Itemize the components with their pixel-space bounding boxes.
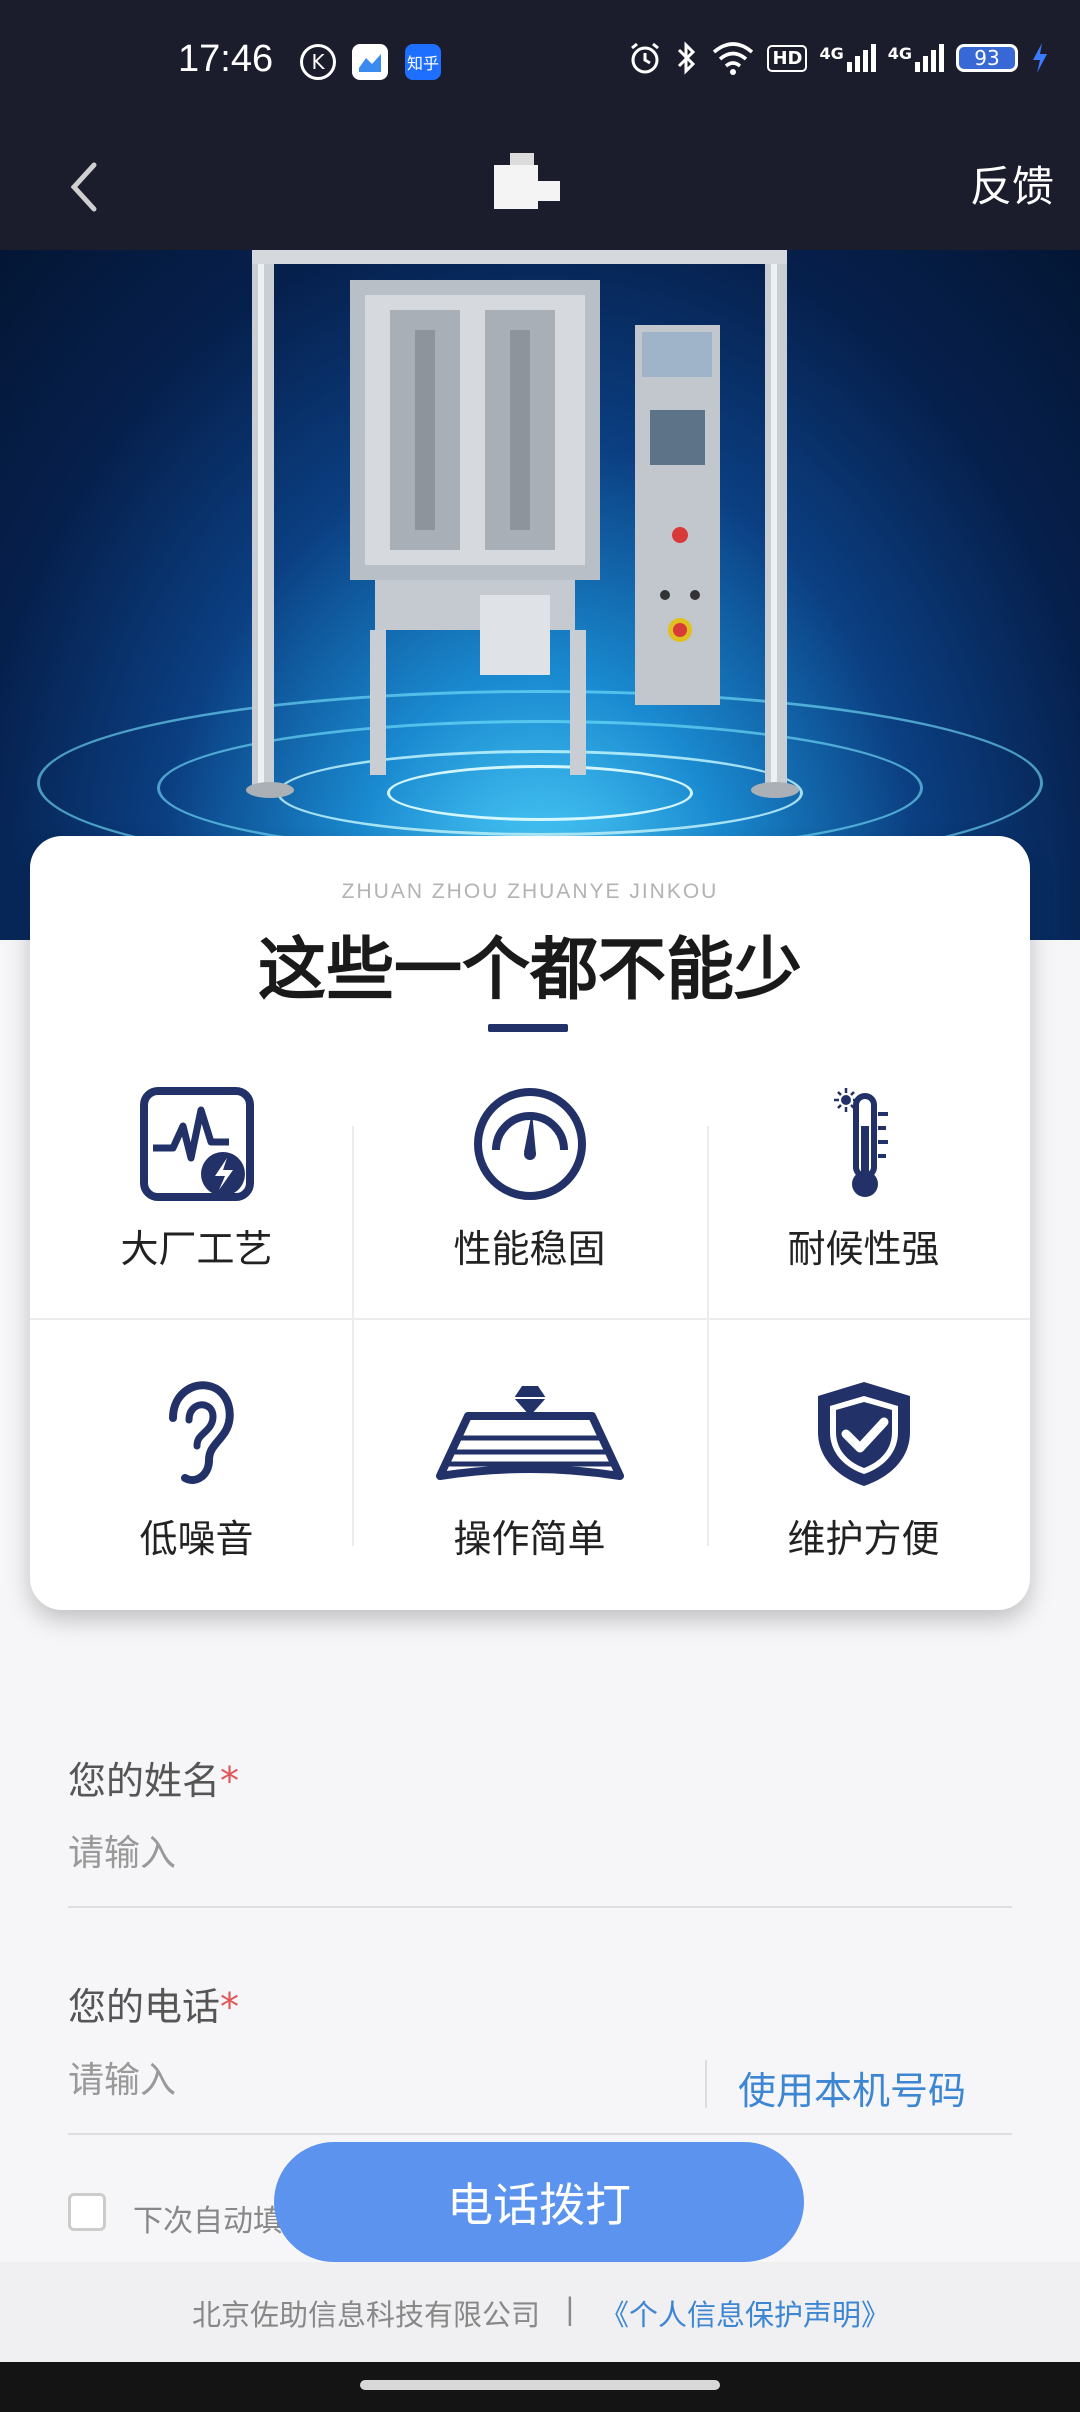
nav-bar: 反馈	[0, 125, 1080, 250]
name-input[interactable]	[68, 1833, 668, 1874]
k-app-icon: K	[300, 44, 336, 80]
zhihu-app-icon: 知乎	[405, 44, 441, 80]
battery-indicator: 93	[956, 44, 1018, 72]
back-button[interactable]	[58, 147, 118, 227]
title-underline	[488, 1024, 568, 1032]
features-title: 这些一个都不能少	[257, 931, 802, 1010]
chevron-left-icon	[70, 162, 97, 212]
thermometer-icon	[833, 1088, 888, 1197]
feature-weather-resistance: 耐候性强	[697, 1086, 1030, 1273]
feature-stable-performance: 性能稳固	[363, 1086, 696, 1273]
home-indicator[interactable]	[360, 2380, 720, 2390]
page-title-redacted	[490, 153, 580, 213]
phone-separator	[705, 2060, 707, 2108]
feature-label: 耐候性强	[787, 1227, 940, 1271]
footer-separator: |	[565, 2292, 575, 2326]
gesture-bar-area	[0, 2362, 1080, 2412]
shield-check-icon	[817, 1382, 910, 1486]
bluetooth-icon	[678, 41, 696, 75]
feature-label: 低噪音	[139, 1517, 254, 1561]
alarm-icon	[631, 42, 660, 74]
footer: 北京佐助信息科技有限公司 | 《个人信息保护声明》	[0, 2262, 1080, 2362]
feature-easy-maintenance: 维护方便	[697, 1376, 1030, 1563]
name-input-underline	[68, 1906, 1012, 1908]
signal-4g-icon: 4G	[888, 44, 944, 72]
status-bar: 17:46 K 知乎 HD 4G 4G 93	[0, 0, 1080, 125]
feature-label: 大厂工艺	[120, 1227, 273, 1271]
feature-label: 操作简单	[453, 1517, 606, 1561]
phone-label: 您的电话*	[68, 1985, 240, 2029]
feature-craftsmanship: 大厂工艺	[30, 1086, 363, 1273]
charging-icon	[1033, 43, 1047, 73]
auto-fill-label: 下次自动填	[133, 2204, 283, 2239]
chart-lightning-icon	[139, 1087, 254, 1201]
feature-low-noise: 低噪音	[30, 1376, 363, 1563]
name-label: 您的姓名*	[68, 1759, 240, 1803]
feature-label: 性能稳固	[453, 1227, 606, 1271]
signal-4g-icon: 4G	[819, 44, 876, 72]
ear-icon	[168, 1381, 234, 1484]
map-app-icon	[352, 44, 388, 80]
features-subtitle: ZHUAN ZHOU ZHUANYE JINKOU	[341, 880, 719, 903]
feature-easy-operation: 操作简单	[363, 1376, 696, 1563]
feedback-button[interactable]: 反馈	[970, 153, 1054, 214]
company-name: 北京佐助信息科技有限公司	[192, 2298, 541, 2332]
auto-fill-checkbox[interactable]	[68, 2193, 106, 2231]
phone-input[interactable]	[68, 2060, 668, 2101]
hd-icon: HD	[767, 44, 808, 72]
diamond-platform-icon	[435, 1386, 624, 1480]
privacy-statement-link[interactable]: 《个人信息保护声明》	[600, 2292, 890, 2334]
feature-label: 维护方便	[787, 1517, 940, 1561]
status-icons: HD 4G 4G 93	[627, 40, 1050, 76]
call-button[interactable]: 电话拨打	[274, 2142, 804, 2262]
phone-input-underline	[68, 2133, 1012, 2135]
packaging-machine-illustration	[246, 250, 799, 798]
wifi-icon	[713, 42, 754, 75]
use-local-number-button[interactable]: 使用本机号码	[738, 2060, 966, 2115]
status-time: 17:46	[178, 38, 274, 80]
features-card: ZHUAN ZHOU ZHUANYE JINKOU 这些一个都不能少 大厂工艺 …	[30, 836, 1030, 1610]
gauge-icon	[473, 1088, 586, 1200]
